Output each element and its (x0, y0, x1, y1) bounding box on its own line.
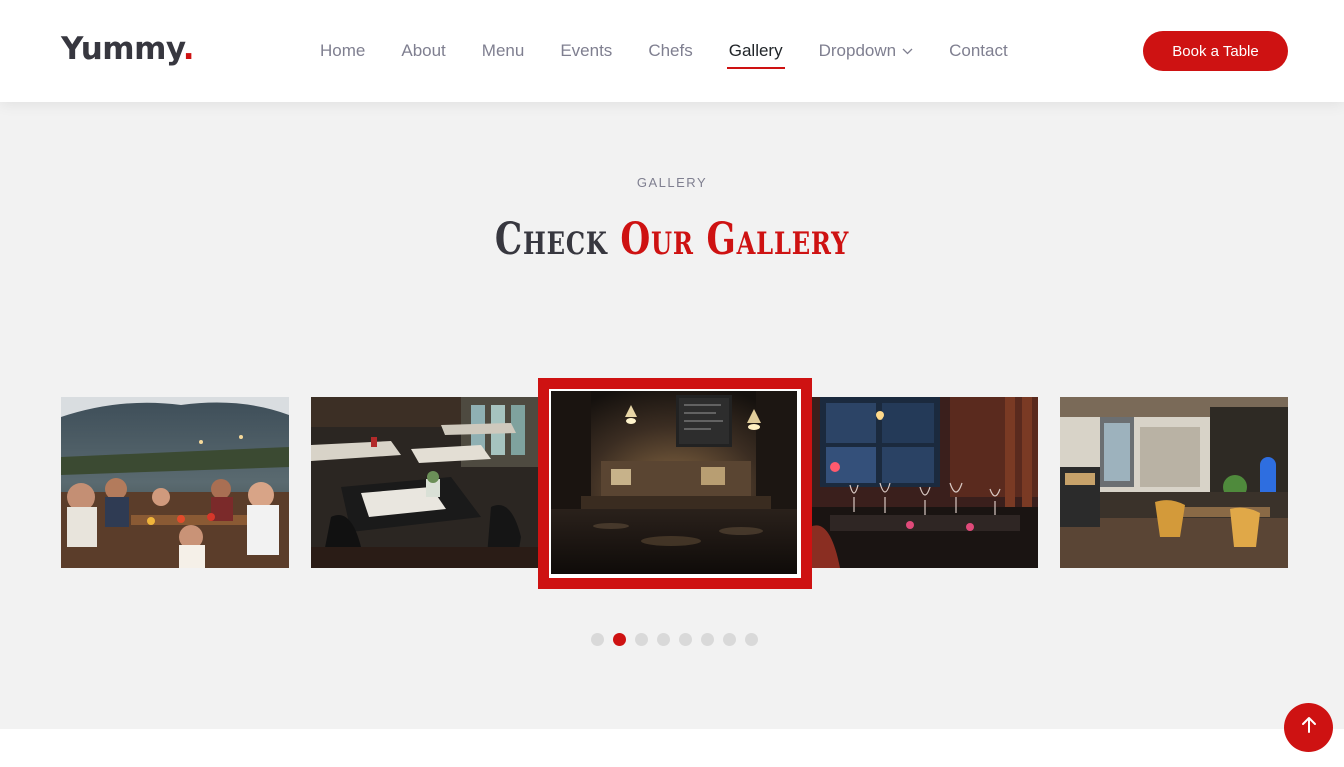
wine-glasses-table-photo (810, 397, 1038, 568)
nav-item-about[interactable]: About (401, 0, 445, 102)
nav-item-label: Gallery (728, 41, 783, 60)
nav-item-home[interactable]: Home (320, 0, 365, 102)
section-subtitle: GALLERY (636, 175, 708, 190)
pagination-dot-7[interactable] (723, 633, 736, 646)
gallery-slide-2[interactable] (311, 397, 539, 568)
book-table-button[interactable]: Book a Table (1143, 31, 1288, 71)
nav-item-events[interactable]: Events (560, 0, 612, 102)
chevron-down-icon (902, 48, 913, 55)
pagination-dot-4[interactable] (657, 633, 670, 646)
nav-item-label: About (401, 41, 446, 60)
brand-dot: . (182, 31, 195, 67)
brand-logo[interactable]: Yummy. (61, 31, 195, 67)
bar-counter-photo (1060, 397, 1288, 568)
nav-item-label: Dropdown (818, 41, 897, 60)
pagination-dot-8[interactable] (745, 633, 758, 646)
section-title: Check Our Gallery (148, 214, 1196, 265)
gallery-slide-4[interactable] (810, 397, 1038, 568)
nav-item-label: Home (320, 41, 366, 60)
brand-name: Yummy (61, 31, 183, 67)
nav-item-label: Contact (949, 41, 1008, 60)
gallery-slide-3-active[interactable] (538, 378, 812, 589)
pagination-dot-1[interactable] (591, 633, 604, 646)
site-header: Yummy. Home About Menu Events Chefs Gall… (0, 0, 1344, 102)
pagination-dot-3[interactable] (635, 633, 648, 646)
nav-item-menu[interactable]: Menu (482, 0, 525, 102)
nav-item-label: Menu (481, 41, 525, 60)
restaurant-interior-blurred-photo (551, 391, 797, 574)
pagination-dot-5[interactable] (679, 633, 692, 646)
pagination-dot-2-active[interactable] (613, 633, 626, 646)
gallery-slide-1[interactable] (61, 397, 289, 568)
nav-item-label: Chefs (648, 41, 693, 60)
gallery-pagination (591, 633, 767, 646)
nav-item-label: Events (560, 41, 613, 60)
scroll-top-button[interactable] (1284, 703, 1333, 752)
section-title-accent: Our Gallery (620, 214, 850, 265)
main-nav: Home About Menu Events Chefs Gallery Dro… (320, 0, 1044, 102)
nav-item-chefs[interactable]: Chefs (648, 0, 692, 102)
section-title-plain: Check (494, 214, 608, 265)
dining-tables-photo (311, 397, 539, 568)
outdoor-dinner-party-photo (61, 397, 289, 568)
arrow-up-icon (1301, 716, 1317, 739)
nav-item-gallery[interactable]: Gallery (726, 0, 785, 102)
gallery-section: GALLERY Check Our Gallery (0, 102, 1344, 729)
nav-item-contact[interactable]: Contact (949, 0, 1008, 102)
nav-item-dropdown[interactable]: Dropdown (819, 0, 914, 102)
gallery-slide-5[interactable] (1060, 397, 1288, 568)
pagination-dot-6[interactable] (701, 633, 714, 646)
